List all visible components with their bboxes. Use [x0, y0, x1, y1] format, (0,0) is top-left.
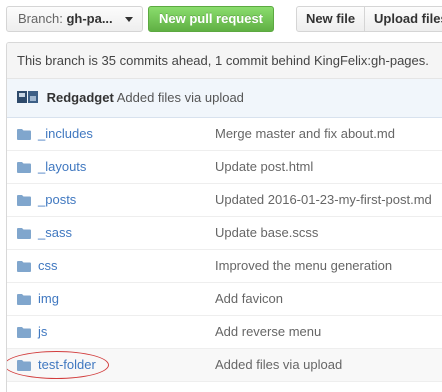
file-row: img Add favicon [7, 283, 442, 316]
file-name-link[interactable]: img [38, 283, 59, 315]
file-commit-message-link[interactable]: Added files via upload [215, 349, 342, 381]
branch-name-label: gh-pa... [66, 11, 113, 26]
branch-prefix-label: Branch: [18, 11, 63, 26]
file-name-link[interactable]: css [38, 250, 58, 282]
folder-icon [17, 327, 31, 338]
caret-down-icon [125, 17, 133, 22]
file-row: css Improved the menu generation [7, 250, 442, 283]
folder-icon [17, 294, 31, 305]
file-commit-message-link[interactable]: Update base.scss [215, 217, 318, 249]
file-actions-group: New file Upload files [296, 6, 442, 32]
highlight-annotation-circle [7, 351, 109, 379]
file-commit-message-link[interactable]: Add favicon [215, 283, 283, 315]
file-name-link[interactable]: _includes [38, 118, 93, 150]
file-row: _includes Merge master and fix about.md [7, 118, 442, 151]
repo-toolbar: Branch: gh-pa... New pull request New fi… [0, 0, 442, 40]
file-row: _layouts Update post.html [7, 151, 442, 184]
folder-icon [17, 228, 31, 239]
file-name-link[interactable]: _sass [38, 217, 72, 249]
file-commit-message-link[interactable]: Merge master and fix about.md [215, 118, 395, 150]
branch-select-button[interactable]: Branch: gh-pa... [6, 6, 143, 32]
latest-commit-bar: Redgadget Added files via upload [7, 79, 442, 118]
file-name-link[interactable]: _layouts [38, 151, 86, 183]
file-commit-message-link[interactable]: Add reverse menu [215, 316, 321, 348]
file-name-link[interactable]: _posts [38, 184, 76, 216]
file-row: js Add reverse menu [7, 316, 442, 349]
file-commit-message-link[interactable]: Updated 2016-01-23-my-first-post.md [215, 184, 432, 216]
file-row: test-folder Added files via upload [7, 349, 442, 382]
folder-icon [17, 195, 31, 206]
branch-status-bar: This branch is 35 commits ahead, 1 commi… [7, 43, 442, 79]
folder-icon [17, 162, 31, 173]
avatar-icon[interactable] [17, 90, 39, 104]
commit-author-link[interactable]: Redgadget [47, 90, 114, 105]
file-name-link[interactable]: js [38, 316, 47, 348]
file-commit-message-link[interactable]: Update post.html [215, 151, 313, 183]
folder-icon [17, 129, 31, 140]
file-row: _sass Update base.scss [7, 217, 442, 250]
new-file-button[interactable]: New file [296, 6, 365, 32]
commit-message-link[interactable]: Added files via upload [117, 90, 244, 105]
folder-icon [17, 261, 31, 272]
file-row: _posts Updated 2016-01-23-my-first-post.m… [7, 184, 442, 217]
file-commit-message-link[interactable]: Improved the menu generation [215, 250, 392, 282]
upload-files-button[interactable]: Upload files [364, 6, 442, 32]
new-pull-request-button[interactable]: New pull request [148, 6, 274, 32]
file-list: _includes Merge master and fix about.md _l… [7, 118, 442, 382]
file-browser-panel: This branch is 35 commits ahead, 1 commi… [6, 42, 442, 392]
